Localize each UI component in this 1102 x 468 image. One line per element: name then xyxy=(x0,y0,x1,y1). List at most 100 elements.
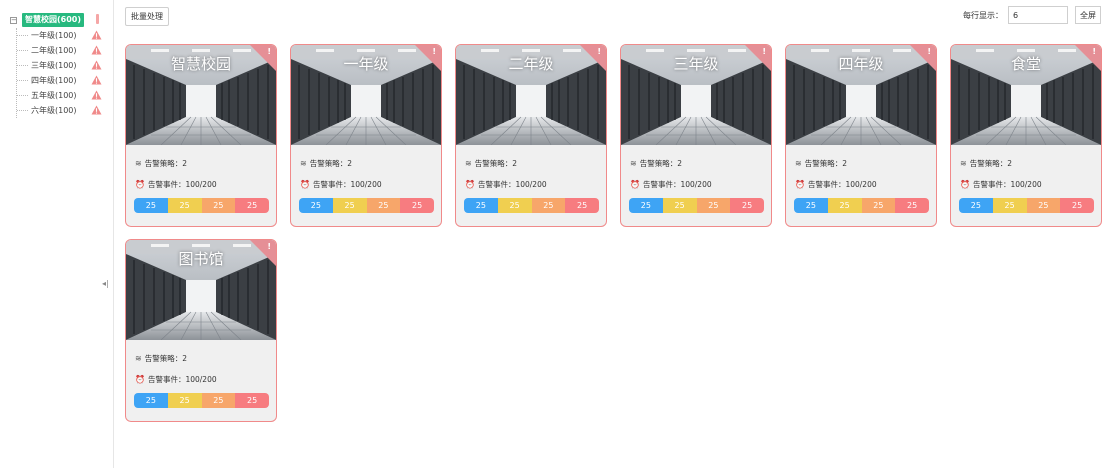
tree-node-label: 四年级(100) xyxy=(31,76,77,85)
level-high-count[interactable]: 25 xyxy=(235,393,269,408)
level-medium-count[interactable]: 25 xyxy=(201,393,236,408)
alert-level-bar: 25 25 25 25 xyxy=(959,198,1094,213)
card-image: 智慧校园! xyxy=(126,45,276,145)
card-image: 一年级! xyxy=(291,45,441,145)
level-info-count[interactable]: 25 xyxy=(134,198,168,213)
level-high-count[interactable]: 25 xyxy=(400,198,434,213)
level-low-count[interactable]: 25 xyxy=(497,198,532,213)
site-card[interactable]: 四年级! ≋ 告警策略：2 ⏰ 告警事件：100/200 25 25 25 25 xyxy=(785,44,937,227)
alert-events-stat: ⏰ 告警事件：100/200 xyxy=(630,179,712,190)
site-card[interactable]: 一年级! ≋ 告警策略：2 ⏰ 告警事件：100/200 25 25 25 25 xyxy=(290,44,442,227)
alert-strategy-text: 告警策略：2 xyxy=(474,159,517,168)
alert-mark-icon xyxy=(96,14,99,24)
layers-icon: ≋ xyxy=(960,159,967,168)
alert-strategy-text: 告警策略：2 xyxy=(144,159,187,168)
alert-strategy-text: 告警策略：2 xyxy=(639,159,682,168)
level-high-count[interactable]: 25 xyxy=(1060,198,1094,213)
level-info-count[interactable]: 25 xyxy=(959,198,993,213)
alert-events-stat: ⏰ 告警事件：100/200 xyxy=(960,179,1042,190)
site-card[interactable]: 智慧校园! ≋ 告警策略：2 ⏰ 告警事件：100/200 25 25 25 25 xyxy=(125,44,277,227)
level-medium-count[interactable]: 25 xyxy=(366,198,401,213)
per-row-label: 每行显示： xyxy=(963,11,1003,20)
level-info-count[interactable]: 25 xyxy=(794,198,828,213)
alarm-icon: ⏰ xyxy=(960,180,970,189)
tree-root-label[interactable]: 智慧校园(600) xyxy=(22,13,84,27)
level-medium-count[interactable]: 25 xyxy=(696,198,731,213)
alert-corner-badge xyxy=(1075,45,1101,71)
alert-corner-badge xyxy=(910,45,936,71)
collapse-arrow-icon[interactable]: ◂| xyxy=(102,279,109,288)
level-high-count[interactable]: 25 xyxy=(895,198,929,213)
level-low-count[interactable]: 25 xyxy=(167,393,202,408)
level-low-count[interactable]: 25 xyxy=(662,198,697,213)
alert-exclamation-icon: ! xyxy=(597,47,601,56)
alert-events-text: 告警事件：100/200 xyxy=(477,180,547,189)
fullscreen-button[interactable]: 全屏 xyxy=(1075,6,1101,24)
alert-level-bar: 25 25 25 25 xyxy=(629,198,764,213)
alert-events-stat: ⏰ 告警事件：100/200 xyxy=(135,179,217,190)
level-low-count[interactable]: 25 xyxy=(167,198,202,213)
alert-events-stat: ⏰ 告警事件：100/200 xyxy=(465,179,547,190)
sidebar: − 智慧校园(600) 一年级(100) 二年级(100) 三年级(100) 四年级(… xyxy=(0,0,114,468)
tree-node-label: 二年级(100) xyxy=(31,46,77,55)
alert-exclamation-icon: ! xyxy=(432,47,436,56)
tree-node[interactable]: 一年级(100) xyxy=(17,28,114,43)
layers-icon: ≋ xyxy=(135,354,142,363)
tree-node[interactable]: 五年级(100) xyxy=(17,88,114,103)
alarm-icon: ⏰ xyxy=(135,375,145,384)
level-medium-count[interactable]: 25 xyxy=(861,198,896,213)
level-info-count[interactable]: 25 xyxy=(464,198,498,213)
card-image: 图书馆! xyxy=(126,240,276,340)
batch-process-button[interactable]: 批量处理 xyxy=(125,7,169,26)
alert-strategy-stat: ≋ 告警策略：2 xyxy=(795,158,847,169)
alarm-icon: ⏰ xyxy=(795,180,805,189)
site-card[interactable]: 三年级! ≋ 告警策略：2 ⏰ 告警事件：100/200 25 25 25 25 xyxy=(620,44,772,227)
site-card[interactable]: 食堂! ≋ 告警策略：2 ⏰ 告警事件：100/200 25 25 25 25 xyxy=(950,44,1102,227)
site-card[interactable]: 二年级! ≋ 告警策略：2 ⏰ 告警事件：100/200 25 25 25 25 xyxy=(455,44,607,227)
alert-strategy-text: 告警策略：2 xyxy=(144,354,187,363)
alarm-icon: ⏰ xyxy=(630,180,640,189)
warning-triangle-icon xyxy=(91,30,102,40)
tree-root[interactable]: − 智慧校园(600) xyxy=(10,12,114,28)
alarm-icon: ⏰ xyxy=(465,180,475,189)
alert-exclamation-icon: ! xyxy=(267,47,271,56)
alert-level-bar: 25 25 25 25 xyxy=(794,198,929,213)
tree-node[interactable]: 三年级(100) xyxy=(17,58,114,73)
level-info-count[interactable]: 25 xyxy=(299,198,333,213)
per-row-input[interactable] xyxy=(1008,6,1068,24)
alert-strategy-stat: ≋ 告警策略：2 xyxy=(960,158,1012,169)
layers-icon: ≋ xyxy=(795,159,802,168)
alert-corner-badge xyxy=(250,240,276,266)
level-low-count[interactable]: 25 xyxy=(332,198,367,213)
tree-node[interactable]: 四年级(100) xyxy=(17,73,114,88)
level-info-count[interactable]: 25 xyxy=(629,198,663,213)
level-medium-count[interactable]: 25 xyxy=(1026,198,1061,213)
alert-level-bar: 25 25 25 25 xyxy=(299,198,434,213)
alert-strategy-stat: ≋ 告警策略：2 xyxy=(135,353,187,364)
level-low-count[interactable]: 25 xyxy=(827,198,862,213)
site-card[interactable]: 图书馆! ≋ 告警策略：2 ⏰ 告警事件：100/200 25 25 25 25 xyxy=(125,239,277,422)
alert-events-text: 告警事件：100/200 xyxy=(312,180,382,189)
tree-node-label: 三年级(100) xyxy=(31,61,77,70)
level-low-count[interactable]: 25 xyxy=(992,198,1027,213)
warning-triangle-icon xyxy=(91,60,102,70)
level-medium-count[interactable]: 25 xyxy=(201,198,236,213)
level-info-count[interactable]: 25 xyxy=(134,393,168,408)
warning-triangle-icon xyxy=(91,75,102,85)
level-medium-count[interactable]: 25 xyxy=(531,198,566,213)
collapse-minus-icon[interactable]: − xyxy=(10,16,17,24)
layers-icon: ≋ xyxy=(465,159,472,168)
tree-node-label: 六年级(100) xyxy=(31,106,77,115)
alert-strategy-text: 告警策略：2 xyxy=(969,159,1012,168)
alert-level-bar: 25 25 25 25 xyxy=(464,198,599,213)
alert-events-text: 告警事件：100/200 xyxy=(642,180,712,189)
alert-strategy-stat: ≋ 告警策略：2 xyxy=(465,158,517,169)
tree-node-label: 一年级(100) xyxy=(31,31,77,40)
level-high-count[interactable]: 25 xyxy=(235,198,269,213)
layers-icon: ≋ xyxy=(135,159,142,168)
level-high-count[interactable]: 25 xyxy=(565,198,599,213)
tree-node[interactable]: 六年级(100) xyxy=(17,103,114,118)
tree-children: 一年级(100) 二年级(100) 三年级(100) 四年级(100) 五年级(100)… xyxy=(16,28,114,118)
tree-node[interactable]: 二年级(100) xyxy=(17,43,114,58)
level-high-count[interactable]: 25 xyxy=(730,198,764,213)
